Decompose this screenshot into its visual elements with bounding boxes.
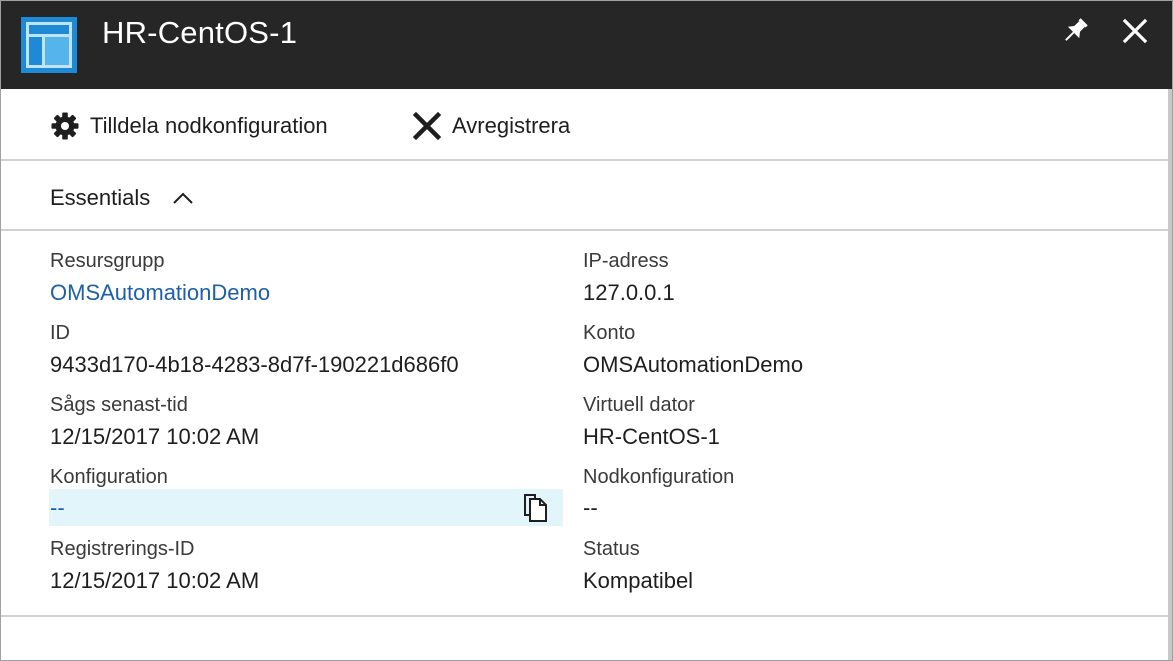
x-icon xyxy=(412,111,442,141)
close-button[interactable] xyxy=(1119,15,1151,47)
unregister-label: Avregistrera xyxy=(452,113,571,138)
resource-group-link[interactable]: OMSAutomationDemo xyxy=(50,278,270,308)
last-seen-label: Sågs senast-tid xyxy=(50,394,188,416)
configuration-label: Konfiguration xyxy=(50,466,168,488)
configuration-row xyxy=(49,489,563,526)
status-value: Kompatibel xyxy=(583,568,694,593)
essentials-label: Essentials xyxy=(50,185,151,210)
registration-id-value: 12/15/2017 10:02 AM xyxy=(50,568,260,593)
node-configuration-value: -- xyxy=(583,495,598,520)
node-configuration-label: Nodkonfiguration xyxy=(583,466,735,488)
page-title: HR-CentOS-1 xyxy=(102,15,298,50)
ip-address-label: IP-adress xyxy=(583,250,669,272)
configuration-link[interactable]: -- xyxy=(50,493,65,523)
account-label: Konto xyxy=(583,322,636,344)
unregister-button[interactable]: Avregistrera xyxy=(412,111,570,141)
virtual-machine-value: HR-CentOS-1 xyxy=(583,424,720,449)
pin-button[interactable] xyxy=(1059,15,1091,47)
blade: HR-CentOS-1 Tilldela nodkonfiguration Av… xyxy=(0,0,1173,661)
account-value: OMSAutomationDemo xyxy=(583,352,804,377)
copy-button[interactable] xyxy=(519,493,553,523)
ip-address-value: 127.0.0.1 xyxy=(583,280,675,305)
pin-icon xyxy=(1065,18,1088,41)
essentials-toggle[interactable]: Essentials xyxy=(50,183,194,213)
gear-icon xyxy=(51,112,79,140)
command-bar: Tilldela nodkonfiguration Avregistrera xyxy=(1,89,1168,161)
id-value: 9433d170-4b18-4283-8d7f-190221d686f0 xyxy=(50,352,459,377)
scrollbar[interactable] xyxy=(1168,89,1172,660)
chevron-up-icon xyxy=(173,192,193,204)
close-icon xyxy=(1122,18,1148,44)
title-bar: HR-CentOS-1 xyxy=(1,1,1172,89)
status-label: Status xyxy=(583,538,640,560)
copy-icon xyxy=(524,494,547,522)
resource-group-label: Resursgrupp xyxy=(50,250,165,272)
virtual-machine-label: Virtuell dator xyxy=(583,394,695,416)
essentials-header: Essentials xyxy=(1,161,1168,231)
blade-layout-icon xyxy=(21,17,77,73)
section-divider xyxy=(1,615,1168,617)
assign-node-configuration-button[interactable]: Tilldela nodkonfiguration xyxy=(50,111,328,141)
assign-node-configuration-label: Tilldela nodkonfiguration xyxy=(90,113,328,138)
id-label: ID xyxy=(50,322,70,344)
last-seen-value: 12/15/2017 10:02 AM xyxy=(50,424,260,449)
registration-id-label: Registrerings-ID xyxy=(50,538,195,560)
